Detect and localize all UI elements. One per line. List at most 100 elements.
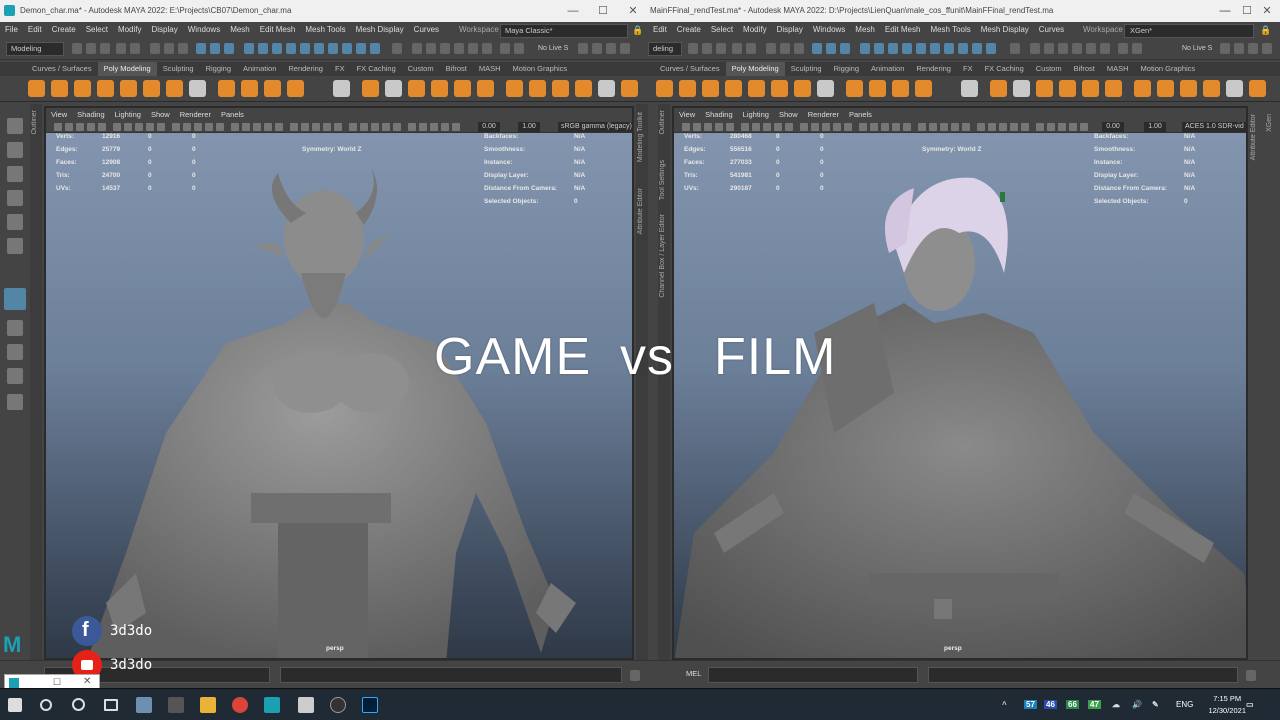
tray-app-badge[interactable]: 47 — [1088, 700, 1101, 709]
viewport-toolbar-icon[interactable] — [726, 123, 734, 131]
render-frame-icon[interactable] — [592, 43, 602, 54]
shelf-tab[interactable]: Curves / Surfaces — [26, 62, 98, 76]
history-icon[interactable] — [1118, 43, 1128, 54]
viewport-toolbar-icon[interactable] — [962, 123, 970, 131]
attribute-editor-tab[interactable]: Attribute Editor — [637, 188, 644, 234]
menu-create[interactable]: Create — [47, 22, 81, 38]
shelf-tab[interactable]: Animation — [865, 62, 910, 76]
mask-uv-icon[interactable] — [902, 43, 912, 54]
select-hierarchy-icon[interactable] — [196, 43, 206, 54]
tool-settings-tab[interactable]: Tool Settings — [659, 160, 666, 200]
notification-icon[interactable]: ▭ — [1246, 700, 1254, 709]
shelf-tool-icon[interactable] — [1203, 80, 1220, 97]
file-explorer-icon[interactable] — [200, 697, 216, 713]
shelf-tab[interactable]: Custom — [1030, 62, 1068, 76]
viewport-toolbar-icon[interactable] — [682, 123, 690, 131]
modeling-toolkit-tab[interactable]: Modeling Toolkit — [637, 112, 644, 162]
viewport-toolbar-icon[interactable] — [87, 123, 95, 131]
panel-list-icon[interactable] — [7, 394, 23, 410]
viewport-menu-shading[interactable]: Shading — [72, 108, 110, 121]
app-icon[interactable] — [168, 697, 184, 713]
menu-mesh-tools[interactable]: Mesh Tools — [925, 22, 975, 38]
viewport-menu-lighting[interactable]: Lighting — [738, 108, 774, 121]
menu-curves[interactable]: Curves — [409, 22, 444, 38]
viewport-toolbar-icon[interactable] — [822, 123, 830, 131]
viewport-toolbar-icon[interactable] — [172, 123, 180, 131]
undo-icon[interactable] — [116, 43, 126, 54]
viewport-toolbar-icon[interactable] — [231, 123, 239, 131]
ipr-icon[interactable] — [1248, 43, 1258, 54]
shelf-tab[interactable]: Sculpting — [157, 62, 200, 76]
viewport-toolbar-icon[interactable] — [999, 123, 1007, 131]
shelf-tool-icon[interactable] — [74, 80, 91, 97]
workspace-dropdown[interactable]: XGen* — [1124, 24, 1254, 38]
shelf-tab[interactable]: MASH — [473, 62, 507, 76]
snap-grid-icon[interactable] — [1030, 43, 1040, 54]
viewport-menu-show[interactable]: Show — [146, 108, 175, 121]
shelf-tool-icon[interactable] — [189, 80, 206, 97]
single-perspective-layout-icon[interactable] — [4, 288, 26, 310]
paint-select-tool-icon[interactable] — [7, 166, 23, 182]
channel-box-tab[interactable]: Channel Box / Layer Editor — [659, 214, 666, 298]
mask-vertex-icon[interactable] — [860, 43, 870, 54]
snap-vertex-icon[interactable] — [1100, 43, 1110, 54]
mask-edge-icon[interactable] — [258, 43, 268, 54]
viewport-toolbar-icon[interactable] — [870, 123, 878, 131]
select-mode-icon[interactable] — [766, 43, 776, 54]
shelf-tool-icon[interactable] — [552, 80, 569, 97]
viewport-toolbar-icon[interactable] — [763, 123, 771, 131]
shelf-tab[interactable]: Animation — [237, 62, 282, 76]
mask-face-icon[interactable] — [272, 43, 282, 54]
shelf-tool-icon[interactable] — [725, 80, 742, 97]
mask-surface-icon[interactable] — [930, 43, 940, 54]
script-editor-icon[interactable] — [1246, 670, 1256, 681]
maximize-button[interactable]: ☐ — [1236, 0, 1258, 22]
shelf-tool-icon[interactable] — [575, 80, 592, 97]
viewport-toolbar-icon[interactable] — [54, 123, 62, 131]
menu-set-dropdown[interactable]: deling — [648, 42, 682, 56]
mask-face-icon[interactable] — [888, 43, 898, 54]
open-icon[interactable] — [100, 43, 110, 54]
xgen-tab[interactable]: XGen — [1266, 114, 1273, 132]
shelf-tool-icon[interactable] — [408, 80, 425, 97]
snap-point-icon[interactable] — [1058, 43, 1068, 54]
no-live-surface[interactable]: No Live S — [538, 45, 568, 52]
volume-icon[interactable]: 🔊 — [1132, 700, 1142, 709]
viewport-toolbar-icon[interactable] — [1036, 123, 1044, 131]
shelf-tool-icon[interactable] — [333, 80, 350, 97]
shelf-tool-icon[interactable] — [120, 80, 137, 97]
viewport-menu-shading[interactable]: Shading — [700, 108, 738, 121]
shelf-tool-icon[interactable] — [869, 80, 886, 97]
viewport-menu-panels[interactable]: Panels — [216, 108, 249, 121]
menu-edit-mesh[interactable]: Edit Mesh — [880, 22, 926, 38]
viewport-toolbar-icon[interactable] — [988, 123, 996, 131]
viewport-toolbar-icon[interactable] — [452, 123, 460, 131]
shelf-tab[interactable]: Rendering — [282, 62, 329, 76]
shelf-tab[interactable]: FX Caching — [979, 62, 1030, 76]
viewport-menu-view[interactable]: View — [674, 108, 700, 121]
save-icon[interactable] — [702, 43, 712, 54]
script-editor-icon[interactable] — [630, 670, 640, 681]
shelf-tool-icon[interactable] — [218, 80, 235, 97]
menu-windows[interactable]: Windows — [183, 22, 225, 38]
menu-display[interactable]: Display — [147, 22, 183, 38]
shelf-tool-icon[interactable] — [656, 80, 673, 97]
menu-mesh-tools[interactable]: Mesh Tools — [300, 22, 350, 38]
language-indicator[interactable]: ENG — [1176, 700, 1193, 709]
viewport-toolbar-icon[interactable] — [301, 123, 309, 131]
title-bar[interactable]: MainFFinal_rendTest.ma* - Autodesk MAYA … — [648, 0, 1280, 22]
menu-file[interactable]: File — [0, 22, 23, 38]
viewport-toolbar-icon[interactable] — [323, 123, 331, 131]
viewport-toolbar-icon[interactable] — [940, 123, 948, 131]
viewport-toolbar-icon[interactable] — [800, 123, 808, 131]
shelf-tool-icon[interactable] — [748, 80, 765, 97]
mask-render-icon[interactable] — [356, 43, 366, 54]
mask-uv-icon[interactable] — [286, 43, 296, 54]
maya-taskbar-icon[interactable] — [264, 697, 280, 713]
viewport-toolbar-icon[interactable] — [113, 123, 121, 131]
viewport-toolbar-icon[interactable] — [135, 123, 143, 131]
menu-create[interactable]: Create — [672, 22, 706, 38]
open-icon[interactable] — [716, 43, 726, 54]
shelf-tab[interactable]: Rendering — [910, 62, 957, 76]
shelf-tool-icon[interactable] — [529, 80, 546, 97]
